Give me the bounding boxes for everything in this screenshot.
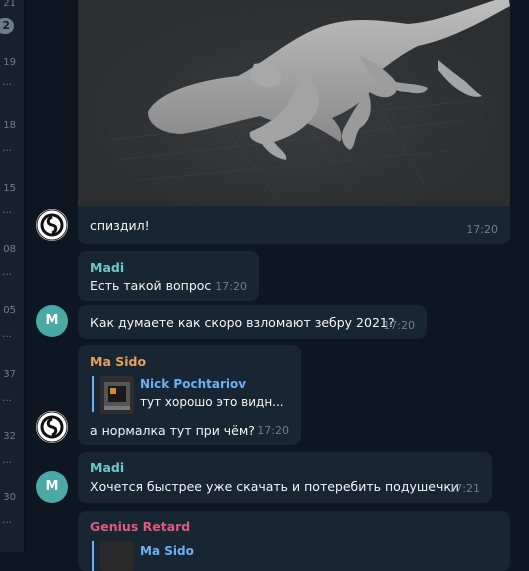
- message-time: 17:21: [448, 482, 480, 495]
- message-bubble[interactable]: Madi Есть такой вопрос 17:20: [78, 251, 259, 301]
- chat-list-ellipsis: …: [2, 329, 12, 340]
- message-text: спиздил!: [90, 218, 150, 233]
- chat-list-ellipsis: …: [2, 393, 12, 404]
- photo-background: [78, 0, 510, 208]
- message-text: Хочется быстрее уже скачать и потеребить…: [90, 479, 460, 494]
- chat-list-time: 05: [3, 305, 16, 316]
- chat-list-time: 21: [3, 0, 16, 9]
- reply-preview[interactable]: Ma Sido: [92, 541, 290, 571]
- message-time: 17:20: [215, 280, 247, 293]
- chat-list-time: 37: [3, 369, 16, 380]
- reply-text: тут хорошо это видн...: [140, 395, 284, 409]
- reply-author: Nick Pochtariov: [140, 377, 247, 391]
- message-time: 17:20: [257, 424, 289, 437]
- sender-avatar[interactable]: [36, 411, 68, 443]
- sender-name[interactable]: Madi: [90, 460, 124, 475]
- message-time: 17:20: [383, 319, 415, 332]
- unread-badge: 2: [0, 18, 14, 34]
- sender-avatar[interactable]: M: [36, 471, 68, 503]
- sender-avatar[interactable]: M: [36, 305, 68, 337]
- machine-image-icon: [100, 376, 134, 414]
- chat-list-time: 30: [3, 492, 16, 503]
- chat-list-ellipsis: …: [2, 77, 12, 88]
- chat-list-time: 08: [3, 244, 16, 255]
- chat-list-ellipsis: …: [2, 205, 12, 216]
- message-time: 17:20: [466, 223, 498, 236]
- lizard-3d-render: [107, 0, 510, 201]
- message-bubble[interactable]: Ma Sido Nick Pochtariov тут хорошо это в…: [78, 345, 301, 445]
- message-bubble[interactable]: Как думаете как скоро взломают зебру 202…: [78, 305, 427, 339]
- message-bubble[interactable]: спиздил! 17:20: [78, 206, 510, 244]
- chat-logo-icon: [36, 411, 68, 443]
- reply-thumbnail: [100, 541, 134, 571]
- reply-preview[interactable]: Nick Pochtariov тут хорошо это видн...: [92, 376, 295, 414]
- sender-avatar[interactable]: [36, 209, 68, 241]
- chat-list-ellipsis: …: [2, 143, 12, 154]
- message-text: Как думаете как скоро взломают зебру 202…: [90, 315, 395, 330]
- chat-list-time: 18: [3, 120, 16, 131]
- message-bubble[interactable]: Genius Retard Ma Sido: [78, 511, 510, 571]
- chat-list-time: 19: [3, 57, 16, 68]
- chat-list-ellipsis: …: [2, 515, 12, 526]
- photo-attachment[interactable]: [78, 0, 510, 210]
- sender-name[interactable]: Madi: [90, 260, 124, 275]
- sender-name[interactable]: Ma Sido: [90, 354, 146, 369]
- chat-logo-icon: [36, 209, 68, 241]
- chat-list-ellipsis: …: [2, 267, 12, 278]
- chat-list-time: 32: [3, 431, 16, 442]
- message-text: Есть такой вопрос: [90, 278, 212, 293]
- chat-list-ellipsis: …: [2, 455, 12, 466]
- message-bubble[interactable]: Madi Хочется быстрее уже скачать и потер…: [78, 452, 492, 503]
- reply-thumbnail: [100, 376, 134, 414]
- chat-list-time: 15: [3, 183, 16, 194]
- message-text: а нормалка тут при чём?: [90, 423, 255, 438]
- sender-name[interactable]: Genius Retard: [90, 519, 190, 534]
- chat-list-strip[interactable]: 21 2 19 … 18 … 15 … 08 … 05 … 37 … 32 … …: [0, 0, 25, 552]
- reply-author: Ma Sido: [140, 544, 194, 558]
